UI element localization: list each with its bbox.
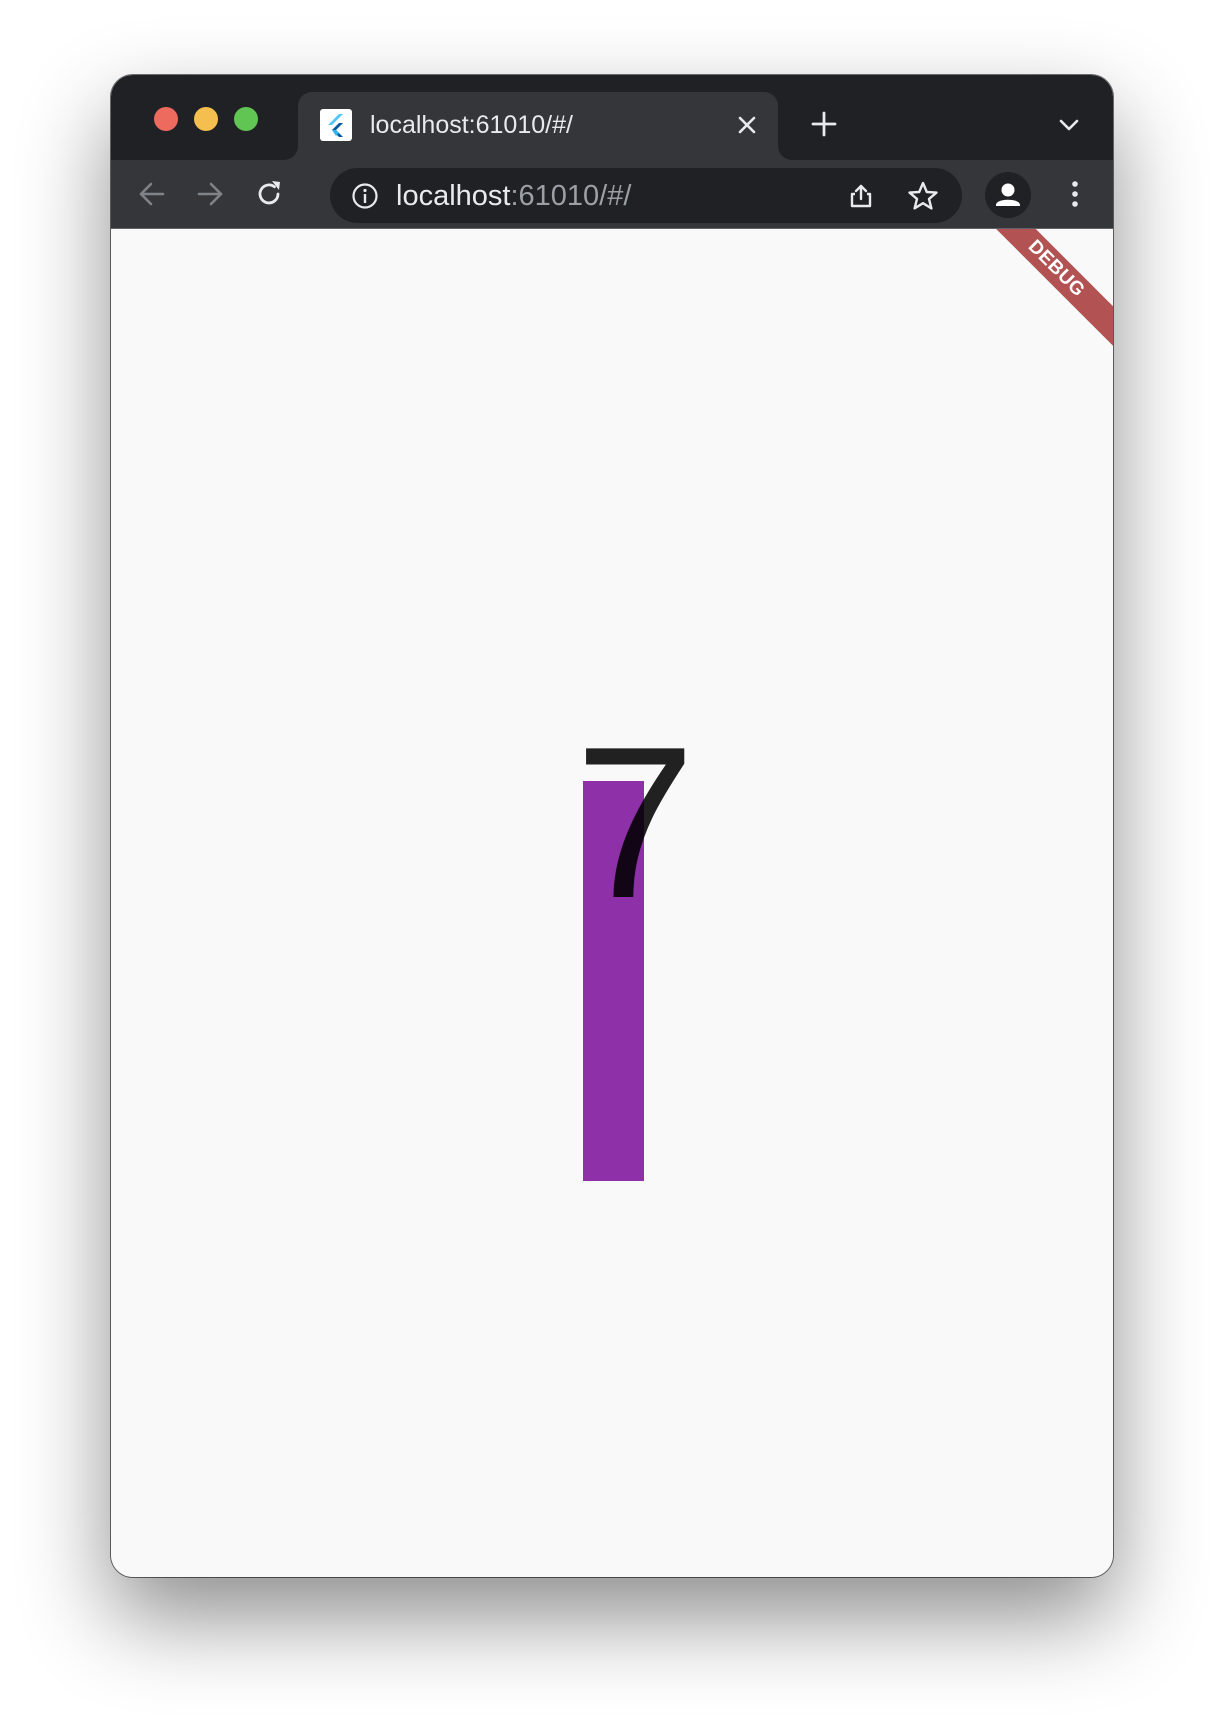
browser-window: localhost:61010/#/ localhost:61010/#/ 7 … [111,75,1113,1577]
tab-strip: localhost:61010/#/ [111,75,1113,160]
tab-title: localhost:61010/#/ [370,111,573,139]
star-icon[interactable] [906,179,940,213]
window-close-button[interactable] [154,107,178,131]
chevron-down-icon[interactable] [1055,111,1083,139]
reload-icon[interactable] [252,177,286,211]
close-tab-icon[interactable] [730,108,764,142]
back-arrow-icon[interactable] [135,177,169,211]
flutter-logo-icon [320,109,352,141]
site-info-icon[interactable] [350,181,380,211]
url-path: :61010/#/ [510,180,632,212]
tab-active[interactable]: localhost:61010/#/ [298,92,778,160]
forward-arrow-icon[interactable] [193,177,227,211]
browser-toolbar: localhost:61010/#/ [111,160,1113,228]
window-minimize-button[interactable] [194,107,218,131]
new-tab-icon[interactable] [807,107,841,141]
profile-avatar-icon[interactable] [985,172,1031,218]
share-icon[interactable] [845,179,877,211]
address-bar[interactable]: localhost:61010/#/ [330,168,962,223]
counter-digit: 7 [575,701,696,943]
window-maximize-button[interactable] [234,107,258,131]
debug-banner: DEBUG [971,229,1113,354]
url-host: localhost [396,180,511,212]
more-menu-icon[interactable] [1058,177,1092,211]
address-url: localhost:61010/#/ [396,180,631,213]
page-viewport: 7 DEBUG [111,229,1113,1577]
